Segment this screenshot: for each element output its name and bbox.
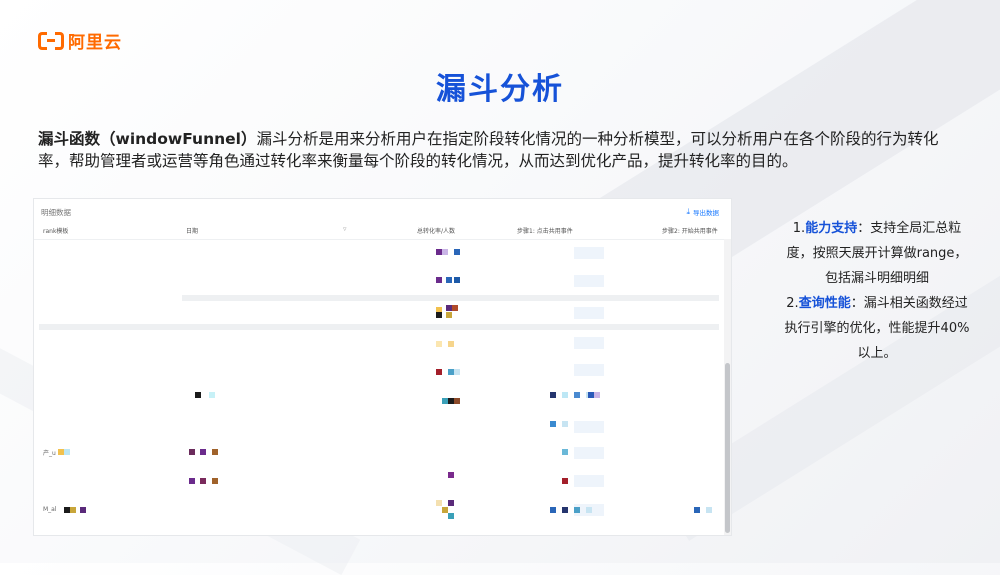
- scrollbar-thumb[interactable]: [725, 363, 730, 533]
- table-cell: [574, 337, 604, 349]
- redacted-value: [562, 392, 568, 398]
- row-label: M_al: [43, 506, 57, 513]
- redacted-value: [454, 398, 460, 404]
- redacted-value: [189, 478, 195, 484]
- redacted-value: [562, 478, 568, 484]
- redacted-value: [209, 392, 215, 398]
- table-cell: [574, 447, 604, 459]
- row-label: 产_u: [43, 450, 56, 457]
- redacted-value: [562, 507, 568, 513]
- redacted-value: [454, 369, 460, 375]
- note-number: 2.: [786, 296, 799, 311]
- export-button[interactable]: ⤓ 导出数据: [686, 207, 719, 217]
- table-cell: [574, 421, 604, 433]
- column-header[interactable]: 步骤2: 开始共用事件: [662, 226, 718, 235]
- column-header[interactable]: 日期: [186, 226, 198, 235]
- redacted-value: [448, 500, 454, 506]
- aliyun-logo-icon: [38, 31, 64, 50]
- redacted-value: [212, 449, 218, 455]
- note-number: 1.: [792, 221, 806, 236]
- download-icon: ⤓: [686, 207, 690, 216]
- redacted-value: [446, 277, 452, 283]
- table-cell: [574, 475, 604, 487]
- redacted-value: [586, 507, 592, 513]
- redacted-value: [594, 392, 600, 398]
- redacted-value: [442, 249, 448, 255]
- redacted-value: [436, 500, 442, 506]
- column-header[interactable]: 步骤1: 点击共用事件: [517, 226, 573, 235]
- redacted-value: [550, 392, 556, 398]
- brand-name: 阿里云: [68, 33, 122, 53]
- intro-paragraph: 漏斗函数（windowFunnel）漏斗分析是用来分析用户在指定阶段转化情况的一…: [38, 128, 948, 172]
- note-item: 2.查询性能：漏斗相关函数经过执行引擎的优化，性能提升40%以上。: [782, 291, 972, 366]
- redacted-value: [80, 507, 86, 513]
- redacted-value: [448, 341, 454, 347]
- redacted-value: [706, 507, 712, 513]
- note-heading: 查询性能: [798, 296, 851, 311]
- redacted-value: [64, 449, 70, 455]
- redacted-value: [550, 507, 556, 513]
- redacted-value: [562, 449, 568, 455]
- table-cell: [574, 307, 604, 319]
- note-item: 1.能力支持：支持全局汇总粒度，按照天展开计算做range，包括漏斗明细明细: [782, 216, 972, 291]
- note-heading: 能力支持: [805, 221, 858, 236]
- redacted-value: [200, 449, 206, 455]
- redacted-value: [70, 507, 76, 513]
- redacted-value: [454, 277, 460, 283]
- table-header: rank模板 日期 ▿ 总转化率/人数 步骤1: 点击共用事件 步骤2: 开始共…: [34, 221, 731, 240]
- table-row-highlight: [182, 295, 719, 301]
- aliyun-logo: 阿里云: [38, 28, 122, 53]
- table-scrollbar[interactable]: [724, 239, 731, 535]
- redacted-value: [452, 305, 458, 311]
- filter-icon[interactable]: ▿: [343, 225, 347, 233]
- redacted-value: [189, 449, 195, 455]
- redacted-value: [574, 507, 580, 513]
- redacted-value: [436, 277, 442, 283]
- redacted-value: [448, 513, 454, 519]
- redacted-value: [574, 392, 580, 398]
- column-header[interactable]: 总转化率/人数: [417, 226, 455, 235]
- intro-keyword: 漏斗函数（windowFunnel）: [38, 130, 257, 148]
- redacted-value: [212, 478, 218, 484]
- redacted-value: [436, 312, 442, 318]
- redacted-value: [446, 312, 452, 318]
- table-cell: [574, 247, 604, 259]
- feature-notes: 1.能力支持：支持全局汇总粒度，按照天展开计算做range，包括漏斗明细明细 2…: [782, 216, 972, 366]
- redacted-value: [436, 369, 442, 375]
- table-title: 明细数据: [41, 208, 71, 217]
- redacted-value: [454, 249, 460, 255]
- redacted-value: [694, 507, 700, 513]
- redacted-value: [550, 421, 556, 427]
- redacted-value: [436, 341, 442, 347]
- slide-title: 漏斗分析: [436, 72, 564, 107]
- column-header[interactable]: rank模板: [43, 226, 68, 235]
- funnel-detail-table: 明细数据 ⤓ 导出数据 rank模板 日期 ▿ 总转化率/人数 步骤1: 点击共…: [33, 198, 732, 536]
- redacted-value: [200, 478, 206, 484]
- redacted-value: [562, 421, 568, 427]
- export-label: 导出数据: [693, 209, 719, 217]
- table-cell: [574, 364, 604, 376]
- table-row-highlight: [39, 324, 719, 330]
- redacted-value: [195, 392, 201, 398]
- redacted-value: [448, 472, 454, 478]
- table-cell: [574, 275, 604, 287]
